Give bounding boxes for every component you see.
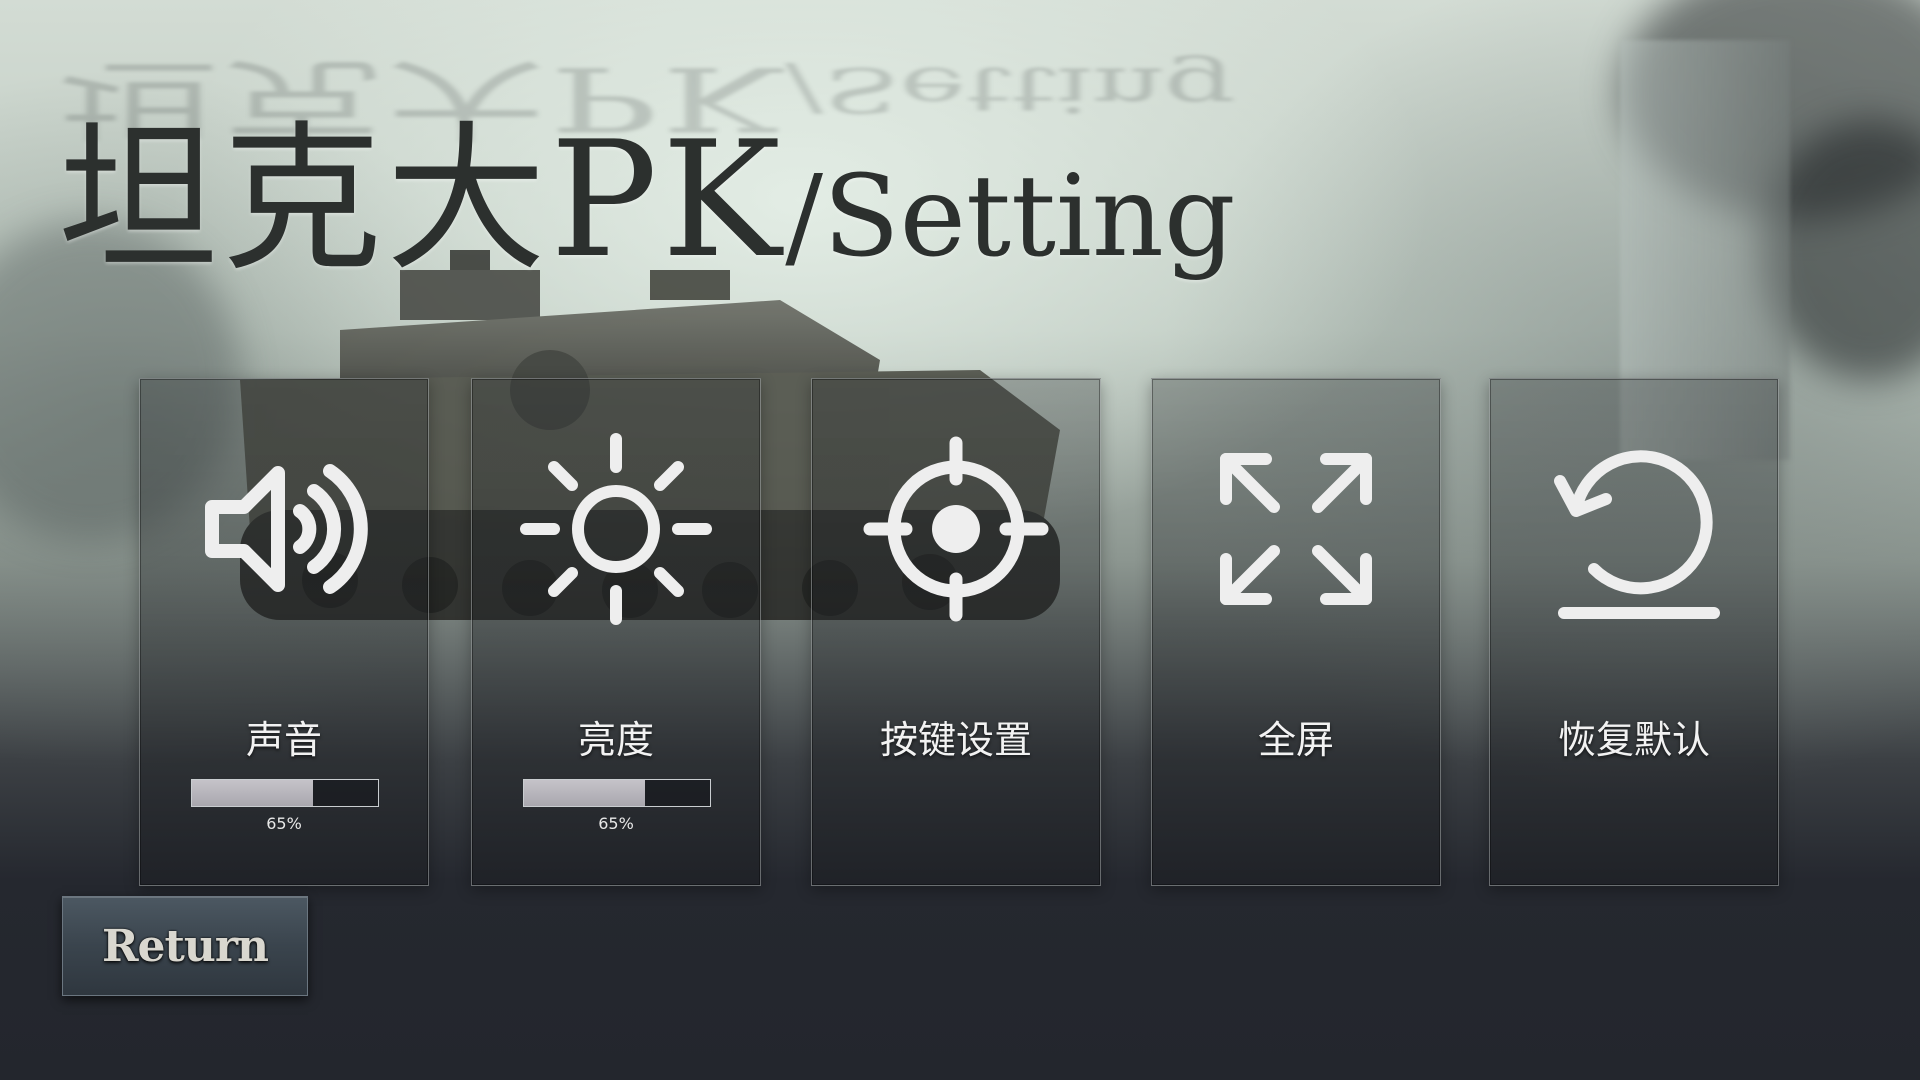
keybind-label: 按键设置 — [879, 718, 1032, 762]
reset-setting-card[interactable]: 恢复默认 — [1489, 378, 1779, 886]
fullscreen-setting-card[interactable]: 全屏 — [1151, 378, 1441, 886]
expand-icon — [1201, 434, 1391, 624]
sound-setting-card[interactable]: 声音 65% — [139, 378, 429, 886]
fullscreen-label: 全屏 — [1257, 718, 1334, 762]
brightness-label: 亮度 — [577, 718, 654, 762]
return-button[interactable]: Return — [62, 896, 308, 996]
page-subtitle: /Setting — [785, 152, 1236, 282]
reset-icon — [1539, 434, 1729, 624]
sound-label: 声音 — [245, 718, 322, 762]
brightness-value: 65% — [598, 814, 634, 833]
sun-icon — [520, 433, 712, 625]
sound-volume-slider[interactable] — [191, 779, 379, 807]
reset-label: 恢复默认 — [1557, 718, 1710, 762]
brightness-setting-card[interactable]: 亮度 65% — [471, 378, 761, 886]
settings-screen: 坦克大PK/Setting 坦克大PK/Setting 声音 65% 亮度 65… — [0, 0, 1920, 1080]
speaker-icon — [189, 434, 379, 624]
brightness-fill — [524, 780, 645, 806]
keybind-setting-card[interactable]: 按键设置 — [811, 378, 1101, 886]
brightness-slider[interactable] — [523, 779, 711, 807]
sound-volume-value: 65% — [266, 814, 302, 833]
game-title: 坦克大PK — [58, 106, 786, 293]
page-title: 坦克大PK/Setting — [58, 70, 1236, 302]
crosshair-icon — [861, 434, 1051, 624]
sound-volume-fill — [192, 780, 313, 806]
